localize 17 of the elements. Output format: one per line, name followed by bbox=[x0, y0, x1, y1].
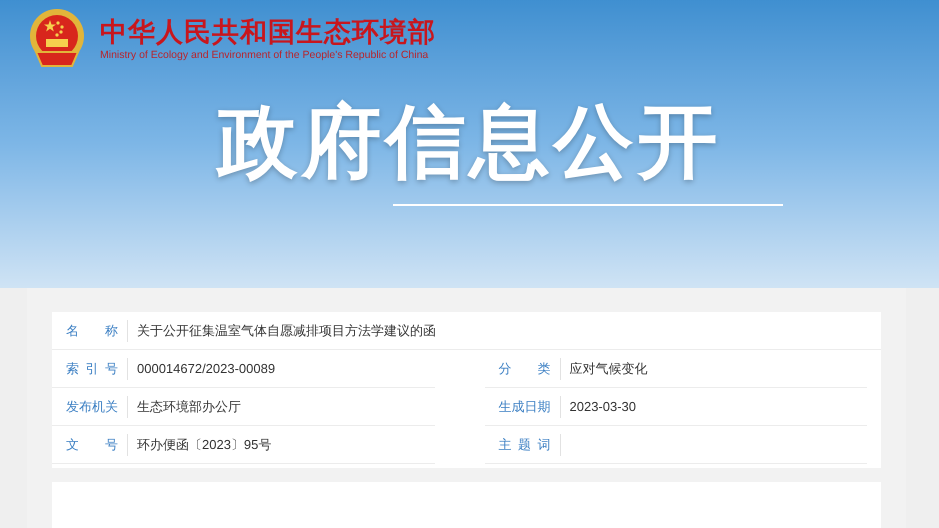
field-label: 文号 bbox=[66, 436, 118, 454]
banner-title: 政府信息公开 bbox=[218, 102, 722, 182]
national-emblem-icon bbox=[28, 8, 86, 70]
field-label: 分类 bbox=[498, 360, 550, 378]
field-label: 生成日期 bbox=[498, 398, 550, 416]
site-subtitle: Ministry of Ecology and Environment of the People's Republic of China bbox=[100, 49, 430, 62]
field-value: 2023-03-30 bbox=[570, 398, 636, 416]
field-label: 主题词 bbox=[498, 436, 550, 454]
field-value: 000014672/2023-00089 bbox=[137, 360, 276, 378]
field-label: 发布机关 bbox=[66, 398, 118, 416]
field-label: 索引号 bbox=[66, 360, 118, 378]
site-title: 中华人民共和国生态环境部 bbox=[100, 16, 436, 49]
field-value: 生态环境部办公厅 bbox=[137, 398, 241, 416]
field-value: 关于公开征集温室气体自愿减排项目方法学建议的函 bbox=[137, 322, 436, 340]
field-value: 环办便函〔2023〕95号 bbox=[137, 436, 272, 454]
field-label: 名称 bbox=[66, 322, 118, 340]
field-value: 应对气候变化 bbox=[570, 360, 648, 378]
